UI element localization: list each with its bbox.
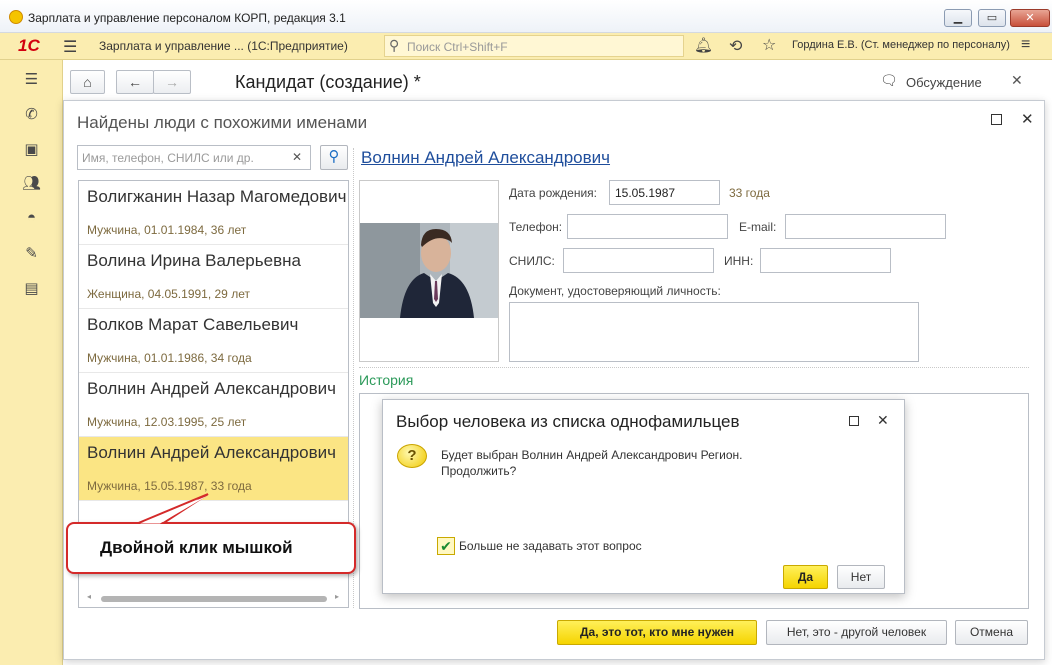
maximize-confirm-icon[interactable]: [849, 416, 859, 426]
close-window-button[interactable]: ✕: [1010, 9, 1050, 27]
history-label: История: [359, 372, 414, 388]
id-card-icon[interactable]: ▤: [0, 279, 63, 297]
inn-field[interactable]: [760, 248, 891, 273]
main-menu-icon[interactable]: ☰: [63, 37, 77, 57]
confirm-no-button[interactable]: Нет: [837, 565, 885, 589]
birth-date-value: 15.05.1987: [615, 186, 676, 200]
star-icon[interactable]: ☆: [762, 35, 776, 55]
scrollbar-thumb[interactable]: [101, 596, 327, 602]
app-header: 1С ☰ Зарплата и управление ... (1С:Предп…: [0, 33, 1052, 60]
settings-menu-icon[interactable]: ≡: [1021, 36, 1030, 54]
close-document-icon[interactable]: ✕: [1011, 72, 1023, 89]
magnifier-icon: ⚲: [328, 148, 340, 165]
dont-ask-checkbox[interactable]: ✔: [437, 537, 455, 555]
yes-this-person-button[interactable]: Да, это тот, кто мне нужен: [557, 620, 757, 645]
list-item-name: Волигжанин Назар Магомедович: [87, 187, 347, 206]
horizontal-scrollbar[interactable]: ◂ ▸: [87, 592, 343, 603]
question-icon: ?: [397, 444, 427, 468]
helmet-icon[interactable]: ◓: [0, 209, 63, 226]
list-item-info: Мужчина, 12.03.1995, 25 лет: [87, 415, 247, 429]
dialog-title: Найдены люди с похожими именами: [77, 113, 368, 132]
confirm-message-line1: Будет выбран Волнин Андрей Александрович…: [441, 448, 743, 462]
callout-text: Двойной клик мышкой: [100, 538, 293, 557]
close-confirm-icon[interactable]: ✕: [877, 412, 889, 429]
person-photo-image: [360, 223, 498, 318]
history-icon[interactable]: ⟲: [729, 36, 742, 56]
list-item[interactable]: Волков Марат Савельевич Мужчина, 01.01.1…: [79, 309, 348, 373]
callout-pointer-fill: [140, 496, 207, 524]
brand-logo: 1С: [18, 36, 40, 55]
document-title: Кандидат (создание) *: [235, 72, 421, 92]
age-text: 33 года: [729, 186, 770, 200]
list-item-name: Волина Ирина Валерьевна: [87, 251, 301, 270]
list-item-info: Мужчина, 01.01.1986, 34 года: [87, 351, 252, 365]
list-item[interactable]: Волина Ирина Валерьевна Женщина, 04.05.1…: [79, 245, 348, 309]
list-item[interactable]: Волнин Андрей Александрович Мужчина, 12.…: [79, 373, 348, 437]
people-search-input[interactable]: Имя, телефон, СНИЛС или др. ✕: [77, 145, 311, 170]
list-item-name: Волнин Андрей Александрович: [87, 443, 337, 462]
gift-icon[interactable]: ▣: [0, 140, 63, 158]
id-document-field[interactable]: [509, 302, 919, 362]
birth-date-field[interactable]: 15.05.1987: [609, 180, 720, 205]
close-dialog-icon[interactable]: ✕: [1021, 110, 1034, 128]
users-icon[interactable]: 👥︎: [0, 174, 63, 192]
window-titlebar: Зарплата и управление персоналом КОРП, р…: [0, 0, 1052, 33]
email-label: E-mail:: [739, 220, 777, 234]
wrench-icon[interactable]: ✎: [0, 244, 63, 262]
people-search-placeholder: Имя, телефон, СНИЛС или др.: [82, 151, 254, 165]
phone-label: Телефон:: [509, 220, 563, 234]
discussion-icon[interactable]: 🗨︎: [880, 72, 898, 89]
scroll-left-icon[interactable]: ◂: [87, 592, 91, 601]
person-photo: [359, 180, 499, 362]
forward-button[interactable]: →: [153, 70, 191, 94]
search-placeholder: Поиск Ctrl+Shift+F: [407, 40, 508, 54]
minimize-button[interactable]: ▁: [944, 9, 972, 27]
birth-date-label: Дата рождения:: [509, 186, 597, 200]
list-item-name: Волнин Андрей Александрович: [87, 379, 337, 398]
restore-button[interactable]: ▭: [978, 9, 1006, 27]
inn-label: ИНН:: [724, 254, 754, 268]
discussion-link[interactable]: Обсуждение: [906, 75, 982, 90]
search-button[interactable]: ⚲: [320, 145, 348, 170]
cancel-button[interactable]: Отмена: [955, 620, 1028, 645]
list-item-info: Женщина, 04.05.1991, 29 лет: [87, 287, 250, 301]
person-name-link[interactable]: Волнин Андрей Александрович: [361, 148, 610, 168]
home-button[interactable]: ⌂: [70, 70, 105, 94]
list-item[interactable]: Волигжанин Назар Магомедович Мужчина, 01…: [79, 181, 348, 245]
phone-icon[interactable]: ✆: [0, 105, 63, 123]
list-item-info: Мужчина, 01.01.1984, 36 лет: [87, 223, 247, 237]
confirm-title: Выбор человека из списка однофамильцев: [396, 412, 740, 431]
sections-panel: ☰ ✆ ▣ 👥︎ ◓ ✎ ▤: [0, 60, 63, 665]
window-title: Зарплата и управление персоналом КОРП, р…: [28, 11, 346, 25]
snils-label: СНИЛС:: [509, 254, 555, 268]
list-item-name: Волков Марат Савельевич: [87, 315, 299, 334]
id-document-label: Документ, удостоверяющий личность:: [509, 284, 721, 298]
bell-icon[interactable]: 🔔︎: [694, 36, 713, 54]
back-button[interactable]: ←: [116, 70, 154, 94]
maximize-dialog-icon[interactable]: [991, 114, 1002, 125]
confirm-message-line2: Продолжить?: [441, 464, 517, 478]
no-other-person-button[interactable]: Нет, это - другой человек: [766, 620, 947, 645]
history-separator: [359, 367, 1029, 368]
app-logo-icon: [9, 10, 23, 24]
snils-field[interactable]: [563, 248, 714, 273]
confirm-yes-button[interactable]: Да: [783, 565, 828, 589]
email-field[interactable]: [785, 214, 946, 239]
scroll-right-icon[interactable]: ▸: [335, 592, 339, 601]
clear-search-icon[interactable]: ✕: [292, 150, 302, 164]
search-icon: ⚲: [389, 37, 400, 53]
menu-list-icon[interactable]: ☰: [0, 70, 63, 88]
app-name: Зарплата и управление ... (1С:Предприяти…: [99, 39, 348, 53]
dont-ask-label[interactable]: Больше не задавать этот вопрос: [459, 539, 642, 553]
phone-field[interactable]: [567, 214, 728, 239]
confirm-dialog: Выбор человека из списка однофамильцев ✕…: [382, 399, 905, 594]
current-user[interactable]: Гордина Е.В. (Ст. менеджер по персоналу): [792, 39, 1010, 51]
global-search-input[interactable]: ⚲ Поиск Ctrl+Shift+F: [384, 35, 684, 57]
